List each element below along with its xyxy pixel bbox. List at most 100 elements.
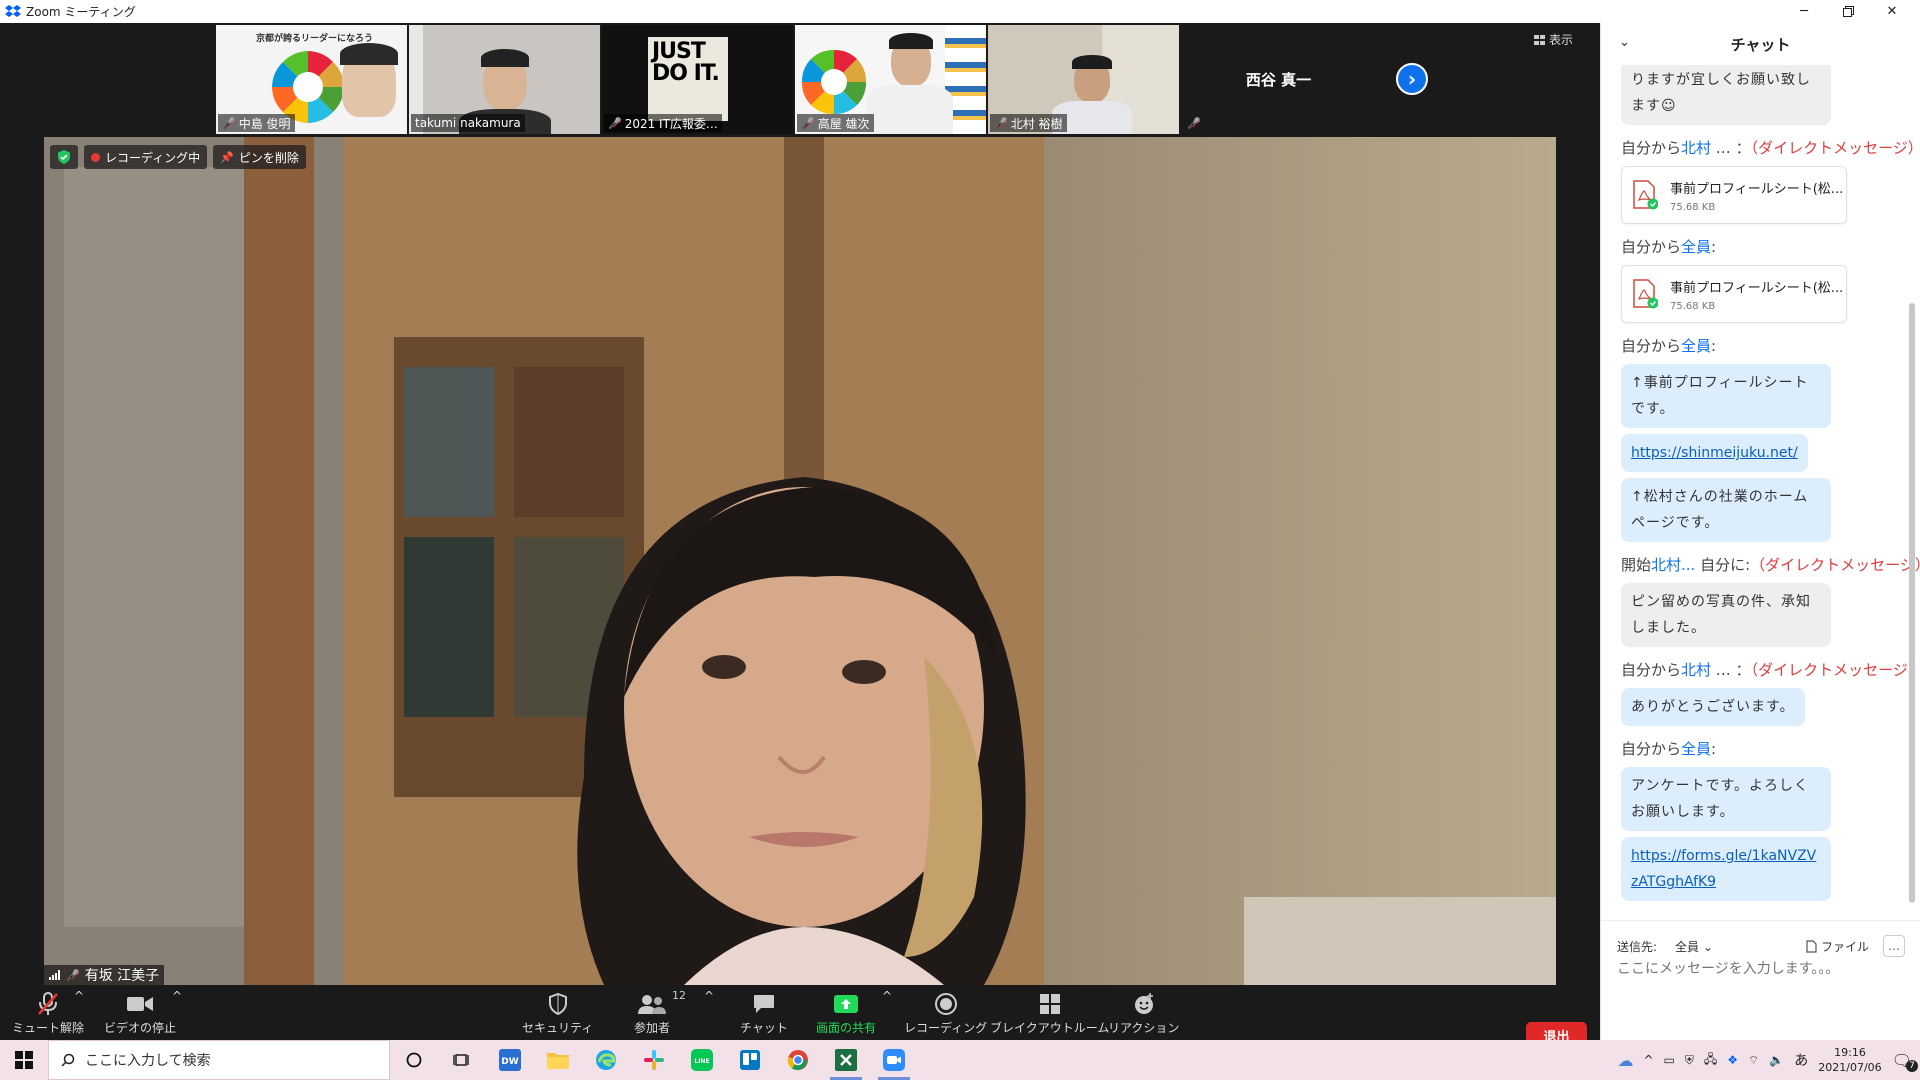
trello-icon[interactable] (726, 1040, 774, 1080)
excel-icon[interactable] (822, 1040, 870, 1080)
participants-button[interactable]: 12 参加者 (634, 989, 686, 1036)
chat-label: チャット (740, 1021, 788, 1035)
share-screen-button[interactable]: 画面の共有 (816, 989, 876, 1036)
chat-message-input[interactable] (1617, 961, 1897, 977)
chat-button[interactable]: チャット (740, 989, 788, 1036)
start-button[interactable] (0, 1040, 48, 1080)
file-attachment[interactable]: 事前プロフィールシート(松... 75.68 KB (1621, 166, 1847, 224)
video-options-caret-icon[interactable]: ^ (172, 989, 182, 1003)
network-icon[interactable]: 🖧 (1704, 1050, 1717, 1071)
signal-bars-icon (49, 970, 60, 980)
chat-header: ⌄ チャット (1601, 23, 1920, 65)
participant-thumbnail[interactable]: 🎤̸ 北村 裕樹 (988, 25, 1179, 134)
video-frame (44, 137, 1556, 985)
chrome-icon[interactable] (774, 1040, 822, 1080)
security-button[interactable]: セキュリティ (522, 989, 593, 1036)
share-options-caret-icon[interactable]: ^ (882, 989, 892, 1003)
taskbar-search-box[interactable]: ここに入力して検索 (48, 1040, 390, 1080)
ime-indicator[interactable]: あ (1794, 1050, 1808, 1070)
reactions-button[interactable]: リアクション (1108, 989, 1179, 1036)
muted-mic-icon: 🎤̸ (994, 116, 1008, 130)
line-app-icon[interactable]: LINE (678, 1040, 726, 1080)
header-separator: : (1711, 740, 1717, 758)
onedrive-cloud-icon[interactable]: ☁ (1617, 1051, 1633, 1070)
header-separator: … ： (1711, 139, 1751, 157)
send-to-label: 送信先: (1617, 939, 1658, 954)
notification-center-icon[interactable]: 🗨 7 (1892, 1051, 1918, 1072)
chat-message-bubble: ↑事前プロフィールシートです。 (1621, 364, 1831, 428)
muted-mic-icon: 🎤̸ (801, 116, 815, 130)
chat-link-bubble: https://forms.gle/1kaNVZVzATGghAfK9 (1621, 837, 1831, 901)
close-button[interactable]: ✕ (1870, 0, 1914, 23)
participant-thumbnail[interactable]: JUST DO IT. 🎤̸ 2021 IT広報委… (602, 25, 793, 134)
participant-thumbnail[interactable]: 🎤̸ 高屋 雄次 (795, 25, 986, 134)
chat-link[interactable]: https://forms.gle/1kaNVZVzATGghAfK9 (1631, 848, 1816, 890)
task-view-icon[interactable] (438, 1040, 486, 1080)
slack-icon[interactable] (630, 1040, 678, 1080)
restore-button[interactable] (1826, 0, 1870, 23)
next-page-arrow-icon[interactable]: › (1396, 63, 1428, 95)
recipient-dropdown[interactable]: 全員 ⌄ (1669, 936, 1719, 957)
zoom-app-icon[interactable] (870, 1040, 918, 1080)
recipient-link[interactable]: 北村... (1651, 556, 1695, 574)
shield-icon (548, 989, 568, 1019)
chat-message-header: 自分から北村 … ：（ダイレクトメッセージ） (1621, 137, 1920, 158)
stop-video-button[interactable]: ビデオの停止 (104, 989, 176, 1036)
slide-title: 京都が誇るリーダーになろう (256, 34, 374, 44)
search-icon (61, 1053, 75, 1067)
breakout-rooms-icon (1039, 989, 1060, 1019)
dropbox-tray-icon[interactable]: ❖ (1727, 1053, 1738, 1067)
smiley-icon (1133, 989, 1155, 1019)
recipient-link[interactable]: 北村 (1681, 139, 1711, 157)
scrollbar-thumb[interactable] (1909, 303, 1915, 903)
chat-message-header: 自分から全員: (1621, 738, 1920, 759)
wifi-icon[interactable]: ⌔ (1748, 1053, 1759, 1068)
edge-browser-icon[interactable] (582, 1040, 630, 1080)
participants-options-caret-icon[interactable]: ^ (704, 989, 714, 1003)
collapse-chevron-icon[interactable]: ⌄ (1619, 35, 1630, 50)
video-camera-icon (127, 989, 153, 1019)
reactions-label: リアクション (1108, 1021, 1180, 1035)
poster-text: JUST DO IT. (652, 39, 720, 86)
breakout-rooms-label: ブレイクアウトルーム (990, 1021, 1110, 1035)
security-shield-icon[interactable] (50, 145, 78, 169)
chat-messages[interactable]: りますが宜しくお願い致します☺ 自分から北村 … ：（ダイレクトメッセージ） 事… (1601, 65, 1920, 920)
file-explorer-icon[interactable] (534, 1040, 582, 1080)
participant-name: 北村 裕樹 (1010, 116, 1063, 131)
more-options-button[interactable]: … (1883, 935, 1905, 957)
view-button[interactable]: 表示 (1534, 31, 1573, 48)
volume-icon[interactable]: 🔈 (1769, 1053, 1784, 1067)
sender-label: 自分から (1621, 238, 1682, 256)
chat-link[interactable]: https://shinmeijuku.net/ (1631, 445, 1798, 461)
show-hidden-icons-caret-icon[interactable]: ^ (1643, 1053, 1653, 1067)
record-button[interactable]: レコーディング (904, 989, 987, 1036)
dreamweaver-icon[interactable]: DW (486, 1040, 534, 1080)
system-tray: ☁ ^ ▭ ⛨ 🖧 ❖ ⌔ 🔈 あ 19:16 2021/07/06 🗨 7 (1617, 1040, 1920, 1080)
recipient-link[interactable]: 全員 (1681, 740, 1711, 758)
direct-message-tag: （ダイレクトメッセージ） (1750, 556, 1920, 574)
breakout-rooms-button[interactable]: ブレイクアウトルーム (990, 989, 1109, 1036)
recipient-link[interactable]: 全員 (1681, 238, 1711, 256)
unpin-button[interactable]: 📌 ピンを削除 (213, 145, 306, 169)
participant-thumbnail[interactable]: 京都が誇るリーダーになろう 🎤̸ 中島 俊明 (216, 25, 407, 134)
taskbar-clock[interactable]: 19:16 2021/07/06 (1818, 1045, 1881, 1075)
device-icon[interactable]: ▭ (1664, 1053, 1675, 1067)
file-button[interactable]: ファイル (1806, 938, 1869, 955)
pdf-file-icon (1633, 279, 1658, 309)
audio-options-caret-icon[interactable]: ^ (74, 989, 84, 1003)
file-name: 事前プロフィールシート(松... (1670, 280, 1844, 296)
chat-scrollbar[interactable] (1908, 65, 1916, 920)
participant-thumbnail[interactable]: takumi nakamura (409, 25, 600, 134)
sender-label: 自分から (1621, 740, 1682, 758)
view-label: 表示 (1549, 33, 1574, 47)
minimize-button[interactable]: ─ (1782, 0, 1826, 23)
cortana-icon[interactable] (390, 1040, 438, 1080)
recipient-link[interactable]: 全員 (1681, 337, 1711, 355)
file-attachment[interactable]: 事前プロフィールシート(松... 75.68 KB (1621, 265, 1847, 323)
recording-indicator[interactable]: レコーディング中 (84, 145, 208, 169)
file-icon (1806, 939, 1817, 953)
participant-thumbnail-no-video[interactable]: 西谷 真一 🎤̸ (1181, 25, 1376, 134)
muted-mic-icon: 🎤̸ (222, 116, 236, 130)
recipient-link[interactable]: 北村 (1681, 661, 1711, 679)
security-tray-icon[interactable]: ⛨ (1685, 1053, 1694, 1068)
